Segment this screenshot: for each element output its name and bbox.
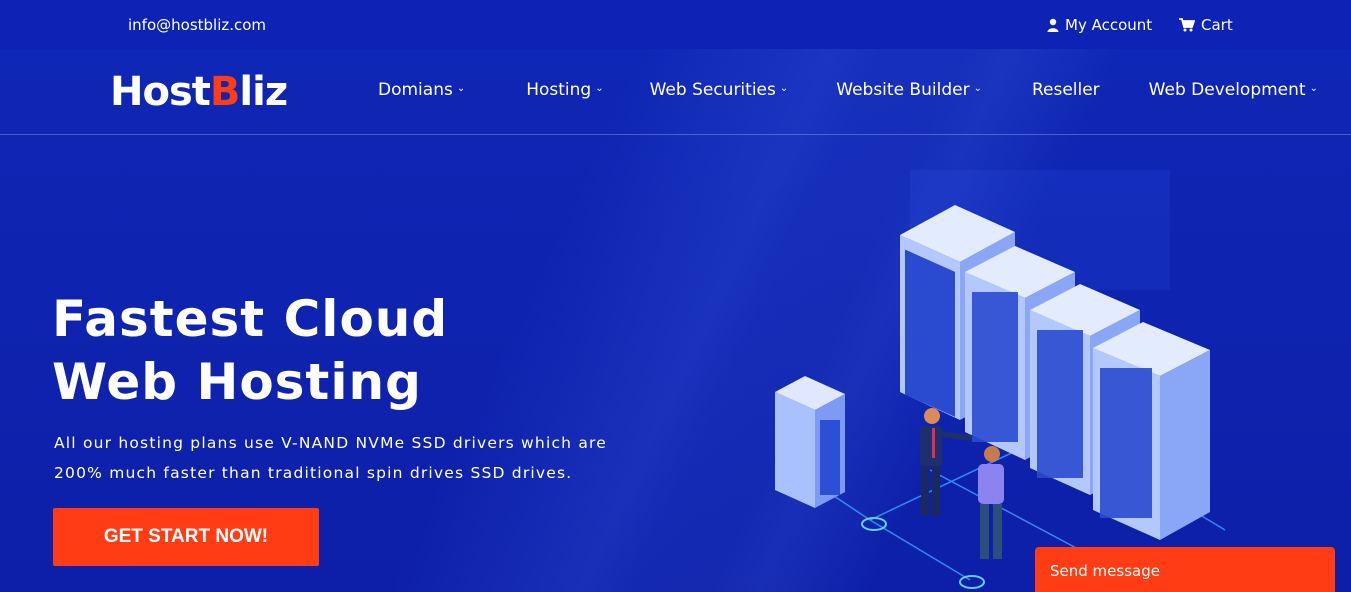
- my-account-label: My Account: [1065, 16, 1153, 34]
- user-icon: [1047, 18, 1059, 32]
- nav-item-website-builder[interactable]: Website Builder ⌄: [836, 80, 982, 100]
- send-message-chat-button[interactable]: Send message: [1035, 547, 1335, 592]
- hostbliz-logo[interactable]: Host Bliz: [110, 69, 288, 115]
- nav-item-hosting[interactable]: Hosting ⌄: [526, 80, 603, 100]
- cart-icon: [1179, 18, 1195, 32]
- hero-description: All our hosting plans use V-NAND NVMe SS…: [54, 434, 608, 482]
- main-navbar: Host Bliz Domians ⌄ Hosting ⌄ Web Securit…: [0, 49, 1351, 135]
- nav-item-web-development[interactable]: Web Development ⌄: [1149, 80, 1318, 100]
- contact-email[interactable]: info@hostbliz.com: [128, 16, 266, 34]
- get-start-now-button[interactable]: GET START NOW!: [53, 508, 319, 566]
- hero-title: Fastest Cloud Web Hosting: [52, 290, 449, 411]
- chevron-down-icon: ⌄: [779, 83, 789, 94]
- chevron-down-icon: ⌄: [456, 83, 466, 94]
- my-account-link[interactable]: My Account: [1047, 16, 1152, 34]
- chevron-down-icon: ⌄: [595, 83, 604, 94]
- server-illustration: [775, 170, 1226, 589]
- chevron-down-icon: ⌄: [1309, 83, 1318, 94]
- nav-item-reseller[interactable]: Reseller: [1032, 80, 1100, 100]
- cart-link[interactable]: Cart: [1179, 16, 1233, 34]
- nav-menu: Domians ⌄ Hosting ⌄ Web Securities ⌄ Web…: [378, 80, 1318, 100]
- cart-label: Cart: [1201, 16, 1233, 34]
- chevron-down-icon: ⌄: [973, 83, 982, 94]
- nav-item-web-securities[interactable]: Web Securities ⌄: [650, 80, 789, 100]
- top-bar: info@hostbliz.com My Account Cart: [0, 0, 1351, 49]
- nav-item-domains[interactable]: Domians ⌄: [378, 80, 465, 100]
